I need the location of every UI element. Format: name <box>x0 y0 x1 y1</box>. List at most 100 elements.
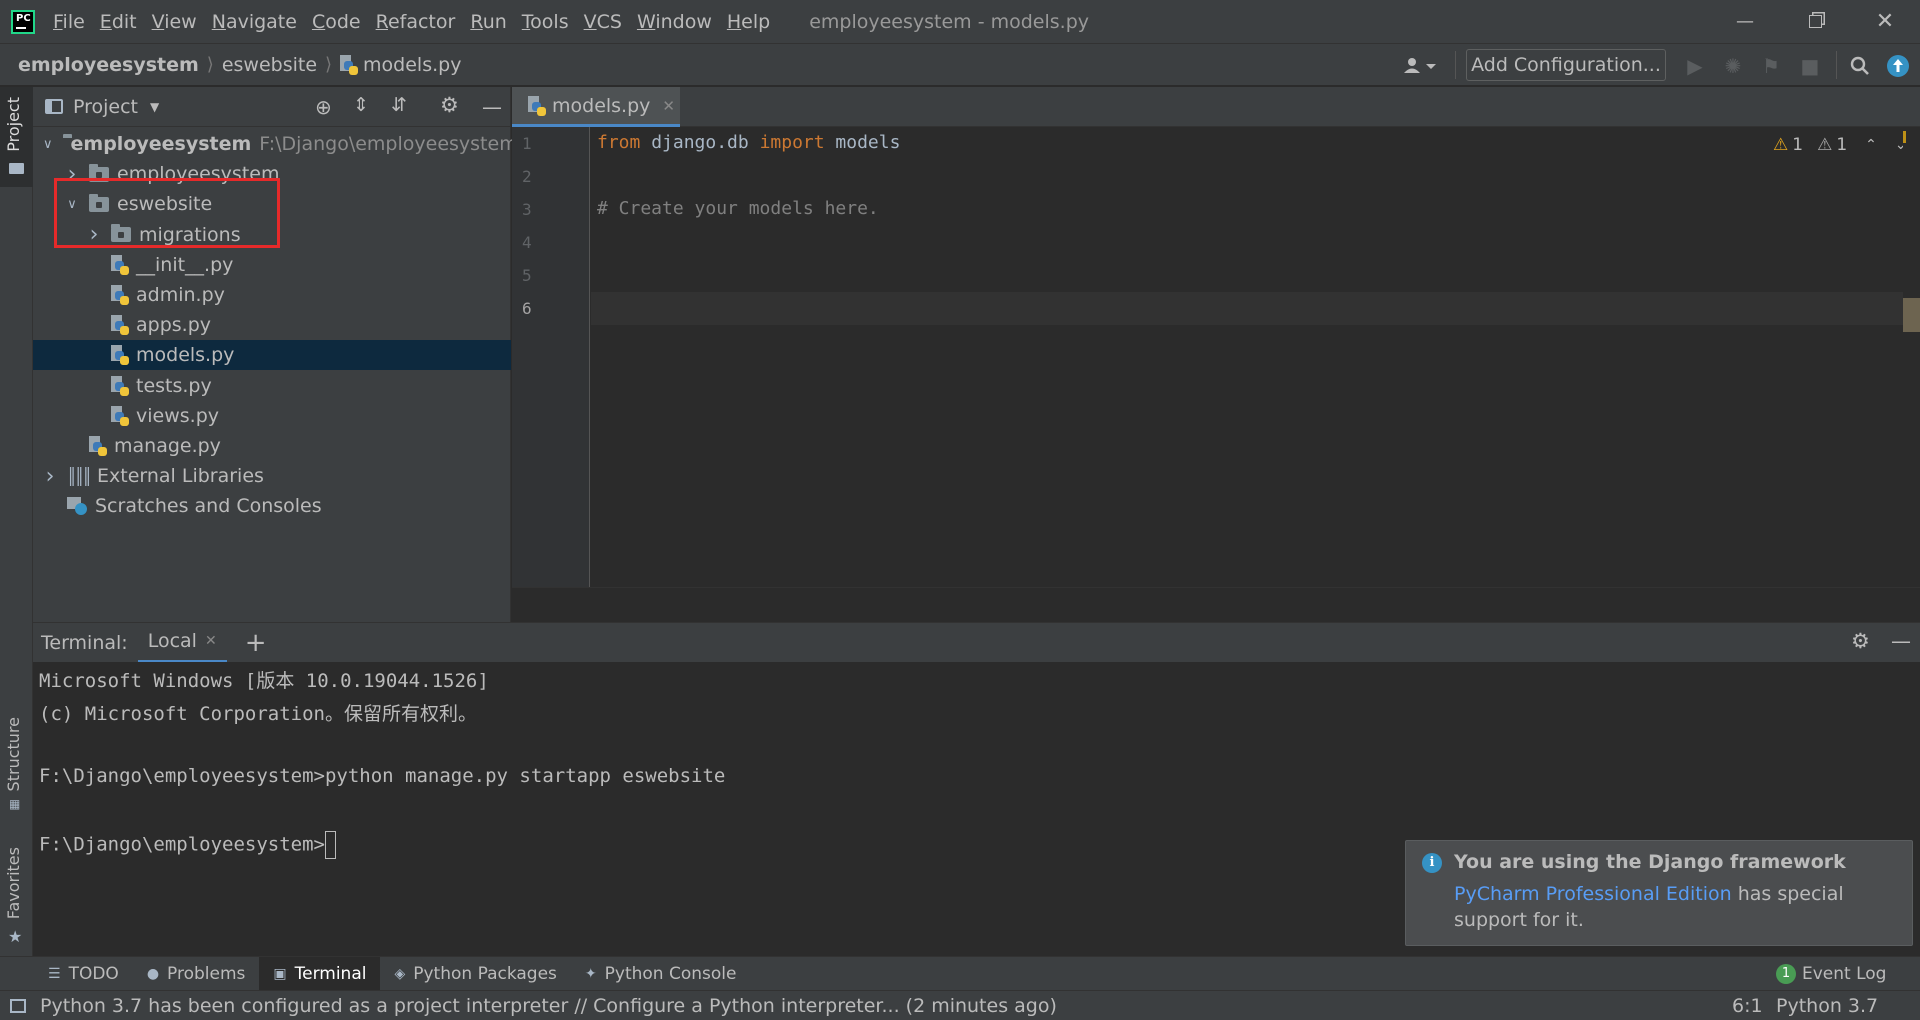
caret-position[interactable]: 6:1 <box>1732 995 1763 1017</box>
menu-item-run[interactable]: Run <box>468 11 508 33</box>
user-dropdown-icon[interactable] <box>1400 54 1440 78</box>
menu-item-edit[interactable]: Edit <box>98 11 139 33</box>
event-log-label: Event Log <box>1802 963 1887 984</box>
code-line: # Create your models here. <box>597 198 879 219</box>
close-tab-icon[interactable]: ✕ <box>662 97 675 115</box>
terminal-line: Microsoft Windows [版本 10.0.19044.1526] <box>39 666 489 693</box>
library-icon: ║║║ <box>67 466 92 486</box>
current-line-highlight <box>591 292 1903 325</box>
tree-item[interactable]: views.py <box>33 401 511 431</box>
tree-item-label: Scratches and Consoles <box>95 495 322 518</box>
breadcrumb-package[interactable]: eswebsite <box>222 54 317 76</box>
tab-models-py[interactable]: models.py ✕ <box>512 87 680 127</box>
warning-marker[interactable] <box>1903 131 1906 143</box>
gear-icon[interactable]: ⚙ <box>440 93 459 117</box>
tree-item-label: models.py <box>136 344 235 367</box>
menu-item-file[interactable]: File <box>51 11 87 33</box>
previous-highlight-icon[interactable]: ⌃ <box>1865 137 1877 153</box>
status-bar: Python 3.7 has been configured as a proj… <box>0 990 1920 1020</box>
locate-file-icon[interactable]: ⊕ <box>315 95 332 119</box>
chevron-right-icon[interactable]: › <box>43 464 57 489</box>
tree-item[interactable]: manage.py <box>33 431 511 461</box>
menu-item-help[interactable]: Help <box>725 11 772 33</box>
hide-panel-icon[interactable]: — <box>482 95 502 119</box>
chevron-down-icon[interactable]: ▼ <box>150 100 159 114</box>
terminal-tab-local[interactable]: Local ✕ <box>137 622 227 663</box>
code-editor[interactable]: ⚠ 1 ⚠ 1 ⌃ ⌄ from django.db import models # … <box>591 127 1907 587</box>
hide-panel-icon[interactable]: — <box>1891 629 1911 653</box>
menu-item-refactor[interactable]: Refactor <box>374 11 458 33</box>
favorites-tool-tab[interactable]: Favorites ★ <box>0 847 33 947</box>
tree-item[interactable]: tests.py <box>33 371 511 401</box>
tree-item[interactable]: __init__.py <box>33 250 511 280</box>
event-log-button[interactable]: 1 Event Log <box>1762 957 1900 991</box>
django-notification[interactable]: i You are using the Django framework PyC… <box>1405 840 1913 946</box>
navigation-bar: employeesystem ⟩ eswebsite ⟩ models.py A… <box>0 43 1920 86</box>
pycharm-logo-icon[interactable]: PC <box>11 9 35 34</box>
breadcrumb-project[interactable]: employeesystem <box>18 54 199 76</box>
tree-item[interactable]: admin.py <box>33 280 511 310</box>
title-bar: PC File Edit View Navigate Code Refactor Run To… <box>0 0 1920 43</box>
tool-window-label: TODO <box>68 963 119 984</box>
structure-tool-tab[interactable]: Structure ▦ <box>0 717 33 817</box>
close-tab-icon[interactable]: ✕ <box>205 633 217 649</box>
tree-item[interactable]: Scratches and Consoles <box>33 491 511 521</box>
add-configuration-button[interactable]: Add Configuration... <box>1466 49 1666 81</box>
tool-window-label: Terminal <box>294 963 367 984</box>
chevron-right-icon: ⟩ <box>206 54 214 75</box>
code-token: import <box>759 132 836 153</box>
stop-icon[interactable]: ■ <box>1798 54 1822 78</box>
line-number: 1 <box>522 134 532 153</box>
tree-item[interactable]: › ║║║ External Libraries <box>33 461 511 491</box>
menu-item-tools[interactable]: Tools <box>520 11 571 33</box>
project-panel: Project ▼ ⊕ ⇕ ⇵ ⚙ — ∨ employeesystem F:\Dj… <box>33 87 518 622</box>
tree-item[interactable]: apps.py <box>33 310 511 340</box>
close-window-button[interactable]: ✕ <box>1852 0 1918 43</box>
expand-all-icon[interactable]: ⇕ <box>353 94 369 116</box>
run-icon[interactable]: ▶ <box>1683 54 1707 78</box>
menu-item-vcs[interactable]: VCS <box>582 11 624 33</box>
tool-window-terminal[interactable]: ▣ Terminal <box>259 956 381 991</box>
tool-window-problems[interactable]: ● Problems <box>133 957 260 991</box>
status-message[interactable]: Python 3.7 has been configured as a proj… <box>40 995 1057 1017</box>
new-terminal-icon[interactable]: + <box>245 628 267 658</box>
menu-item-code[interactable]: Code <box>310 11 363 33</box>
breadcrumb-file[interactable]: models.py <box>363 54 461 76</box>
python-file-icon <box>111 345 129 366</box>
warning-icon: ⚠ <box>1773 135 1789 155</box>
gear-icon[interactable]: ⚙ <box>1851 629 1870 653</box>
show-tool-windows-icon[interactable] <box>10 998 26 1013</box>
tool-window-todo[interactable]: ☰ TODO <box>34 957 133 991</box>
restore-button[interactable] <box>1782 0 1848 43</box>
tool-window-python-packages[interactable]: ◈ Python Packages <box>380 957 570 991</box>
inspection-widget[interactable]: ⚠ 1 ⚠ 1 ⌃ ⌄ <box>1773 135 1907 155</box>
coverage-icon[interactable]: ⚑ <box>1759 54 1783 78</box>
menu-item-view[interactable]: View <box>150 11 199 33</box>
project-tool-tab[interactable]: Project <box>0 87 33 187</box>
tree-item[interactable]: models.py <box>33 340 511 371</box>
scratches-icon <box>67 497 87 516</box>
menu-item-navigate[interactable]: Navigate <box>210 11 299 33</box>
menu-item-window[interactable]: Window <box>635 11 714 33</box>
project-view-selector[interactable]: Project <box>73 96 138 118</box>
interpreter-selector[interactable]: Python 3.7 <box>1776 995 1878 1017</box>
minimize-button[interactable]: — <box>1712 0 1778 43</box>
scroll-thumb[interactable] <box>1903 298 1920 332</box>
notification-body: PyCharm Professional Edition has special… <box>1454 883 1844 931</box>
editor-tab-bar: models.py ✕ <box>512 87 1920 127</box>
tool-window-python-console[interactable]: ✦ Python Console <box>571 957 751 991</box>
terminal-text: Microsoft Windows [版本 10.0.19044.1526] <box>39 670 489 692</box>
breadcrumb: employeesystem ⟩ eswebsite ⟩ models.py <box>18 54 461 76</box>
collapse-all-icon[interactable]: ⇵ <box>391 94 407 116</box>
professional-edition-link[interactable]: PyCharm Professional Edition <box>1454 883 1732 905</box>
debug-icon[interactable]: ✺ <box>1721 54 1745 78</box>
terminal-text: (c) Microsoft Corporation。保留所有权利。 <box>39 703 477 725</box>
code-token: models <box>835 132 901 153</box>
editor-scrollbar[interactable] <box>1903 127 1920 587</box>
info-icon: i <box>1422 853 1442 873</box>
chevron-down-icon[interactable]: ∨ <box>43 137 53 152</box>
tree-item[interactable]: ∨ employeesystem F:\Django\employeesystem <box>33 129 518 159</box>
update-icon[interactable] <box>1886 54 1910 78</box>
search-icon[interactable] <box>1848 54 1872 78</box>
list-icon: ☰ <box>48 965 61 982</box>
